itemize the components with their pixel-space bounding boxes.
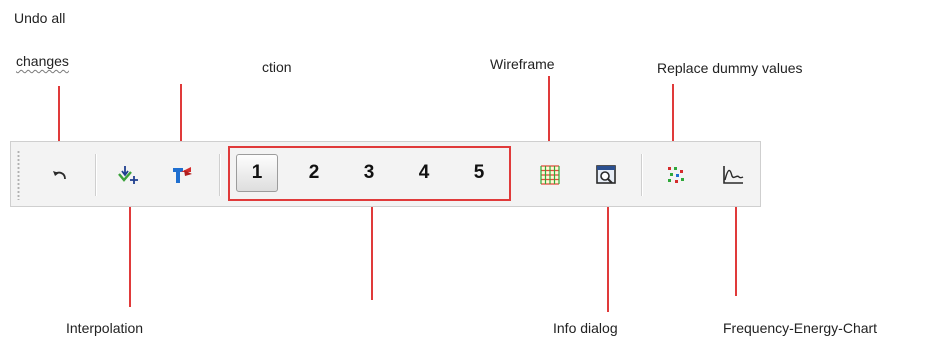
undo-callout-line2: changes: [16, 53, 69, 69]
wireframe-icon: [539, 164, 561, 186]
replace-dummy-values-button[interactable]: [663, 162, 689, 188]
view-2-button[interactable]: 2: [293, 154, 335, 192]
section-button[interactable]: [169, 162, 195, 188]
toolbar-separator: [641, 154, 642, 196]
wireframe-callout: Wireframe: [490, 56, 555, 72]
info-dialog-icon: [595, 164, 617, 186]
toolbar: 1 2 3 4 5: [10, 141, 761, 207]
section-callout: ction: [262, 59, 292, 75]
frequency-energy-chart-icon: [721, 164, 745, 186]
section-icon: [170, 163, 194, 187]
view-1-button[interactable]: 1: [236, 154, 278, 192]
view-4-button[interactable]: 4: [403, 154, 445, 192]
replace-dummy-values-callout: Replace dummy values: [657, 60, 803, 76]
view-3-button[interactable]: 3: [348, 154, 390, 192]
interpolation-callout: Interpolation: [66, 320, 144, 336]
replace-dummy-values-icon: [665, 164, 687, 186]
toolbar-separator: [95, 154, 96, 196]
interpolation-button[interactable]: [115, 162, 141, 188]
info-dialog-button[interactable]: [593, 162, 619, 188]
info-dialog-callout: Info dialog: [553, 320, 618, 336]
frequency-energy-chart-button[interactable]: [720, 162, 746, 188]
wireframe-button[interactable]: [537, 162, 563, 188]
frequency-energy-chart-callout: Frequency-Energy-Chart: [723, 320, 878, 336]
interpolation-icon: [116, 163, 140, 187]
toolbar-grip[interactable]: [17, 150, 20, 200]
undo-all-button[interactable]: [47, 162, 73, 188]
view-selector-leader-line: [371, 200, 373, 300]
undo-callout-line1: Undo all: [14, 10, 66, 26]
toolbar-separator: [219, 154, 220, 196]
undo-icon: [50, 165, 70, 185]
view-5-button[interactable]: 5: [458, 154, 500, 192]
